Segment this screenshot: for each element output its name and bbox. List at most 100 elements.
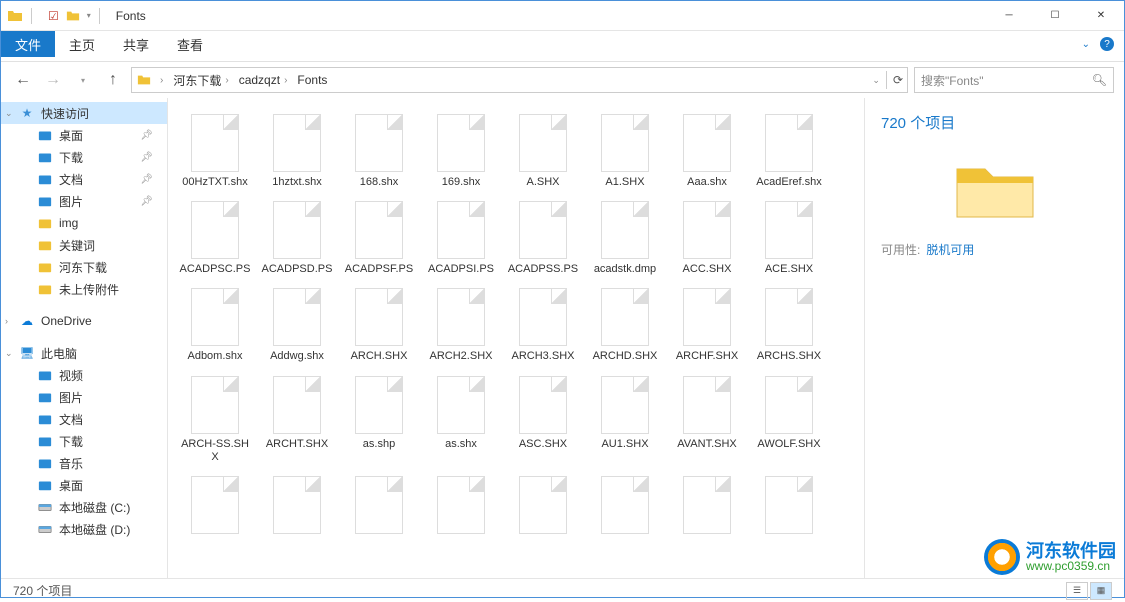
file-item[interactable]: as.shx <box>422 372 500 468</box>
file-item[interactable]: AWOLF.SHX <box>750 372 828 468</box>
sidebar-item[interactable]: 桌面 <box>1 474 167 496</box>
file-icon <box>519 376 567 434</box>
sidebar-item[interactable]: 本地磁盘 (C:) <box>1 496 167 518</box>
close-button[interactable]: ✕ <box>1078 1 1124 31</box>
pc-icon: 🖥 <box>19 345 35 361</box>
file-item[interactable]: ARCHT.SHX <box>258 372 336 468</box>
navigation-pane[interactable]: ⌄ ★ 快速访问 桌面📌︎下载📌︎文档📌︎图片📌︎ img 关键词河东下载未上传附件… <box>1 98 168 578</box>
file-item[interactable]: as.shp <box>340 372 418 468</box>
file-item[interactable]: ARCHF.SHX <box>668 284 746 367</box>
sidebar-item[interactable]: 文档📌︎ <box>1 168 167 190</box>
address-bar[interactable]: › 河东下载› cadzqzt› Fonts ⌄ ⟳ <box>131 67 908 93</box>
file-item[interactable] <box>750 472 828 542</box>
back-button[interactable]: ← <box>11 68 35 92</box>
address-dropdown-icon[interactable]: ⌄ <box>872 75 880 86</box>
recent-dropdown[interactable]: ▾ <box>71 68 95 92</box>
file-item[interactable]: Addwg.shx <box>258 284 336 367</box>
file-item[interactable]: Adbom.shx <box>176 284 254 367</box>
file-item[interactable]: ARCH.SHX <box>340 284 418 367</box>
sidebar-item-label: 关键词 <box>59 237 95 254</box>
file-item[interactable]: ARCHS.SHX <box>750 284 828 367</box>
qat-properties-icon[interactable]: ☑ <box>48 9 59 23</box>
ribbon-expand-icon[interactable]: ⌄ <box>1082 39 1090 50</box>
file-item[interactable]: ACC.SHX <box>668 197 746 280</box>
view-icons-button[interactable]: ▦ <box>1090 582 1112 600</box>
qat-dropdown-icon[interactable]: ▾ <box>87 11 91 20</box>
folder-icon <box>37 433 53 449</box>
file-list[interactable]: 00HzTXT.shx1hztxt.shx168.shx169.shxA.SHX… <box>168 98 864 578</box>
file-item[interactable] <box>258 472 336 542</box>
file-item[interactable]: AVANT.SHX <box>668 372 746 468</box>
search-input[interactable]: 搜索"Fonts" 🔍︎ <box>914 67 1114 93</box>
breadcrumb[interactable]: 河东下载› <box>171 72 234 89</box>
tab-view[interactable]: 查看 <box>163 31 217 57</box>
file-item[interactable]: 00HzTXT.shx <box>176 110 254 193</box>
file-icon <box>437 114 485 172</box>
sidebar-item[interactable]: 音乐 <box>1 452 167 474</box>
sidebar-item-label: img <box>59 216 78 230</box>
file-name: ARCH2.SHX <box>430 350 493 363</box>
tab-file[interactable]: 文件 <box>1 31 55 57</box>
file-item[interactable] <box>504 472 582 542</box>
file-item[interactable]: ACADPSD.PS <box>258 197 336 280</box>
watermark-logo-icon <box>984 539 1020 575</box>
sidebar-item[interactable]: 关键词 <box>1 234 167 256</box>
file-item[interactable] <box>422 472 500 542</box>
sidebar-item[interactable]: 图片 <box>1 386 167 408</box>
file-item[interactable]: 169.shx <box>422 110 500 193</box>
sidebar-item[interactable]: 下载📌︎ <box>1 146 167 168</box>
file-item[interactable]: A.SHX <box>504 110 582 193</box>
help-icon[interactable]: ? <box>1100 37 1114 51</box>
sidebar-item-this-pc[interactable]: ⌄ 🖥 此电脑 <box>1 342 167 364</box>
breadcrumb[interactable]: Fonts <box>295 73 329 87</box>
file-item[interactable]: acadstk.dmp <box>586 197 664 280</box>
up-button[interactable]: ↑ <box>101 68 125 92</box>
sidebar-item[interactable]: 桌面📌︎ <box>1 124 167 146</box>
tab-share[interactable]: 共享 <box>109 31 163 57</box>
window-title: Fonts <box>116 9 146 23</box>
file-item[interactable]: ASC.SHX <box>504 372 582 468</box>
maximize-button[interactable]: ☐ <box>1032 1 1078 31</box>
tab-home[interactable]: 主页 <box>55 31 109 57</box>
file-item[interactable]: ARCH2.SHX <box>422 284 500 367</box>
breadcrumb[interactable]: cadzqzt› <box>237 73 294 87</box>
file-item[interactable]: ARCH3.SHX <box>504 284 582 367</box>
file-item[interactable]: AU1.SHX <box>586 372 664 468</box>
sidebar-item[interactable]: 河东下载 <box>1 256 167 278</box>
file-item[interactable]: ACADPSS.PS <box>504 197 582 280</box>
file-item[interactable] <box>340 472 418 542</box>
forward-button[interactable]: → <box>41 68 65 92</box>
file-item[interactable]: 168.shx <box>340 110 418 193</box>
sidebar-item[interactable]: 下载 <box>1 430 167 452</box>
file-item[interactable]: AcadEref.shx <box>750 110 828 193</box>
folder-icon <box>37 149 53 165</box>
file-item[interactable]: ACADPSC.PS <box>176 197 254 280</box>
sidebar-item[interactable]: 视频 <box>1 364 167 386</box>
qat-folder-icon[interactable] <box>65 8 81 24</box>
file-name: AVANT.SHX <box>677 438 737 451</box>
file-name: ACADPSS.PS <box>508 263 578 276</box>
folder-icon <box>37 193 53 209</box>
sidebar-item[interactable]: 图片📌︎ <box>1 190 167 212</box>
file-item[interactable] <box>586 472 664 542</box>
file-item[interactable]: 1hztxt.shx <box>258 110 336 193</box>
file-item[interactable]: ACE.SHX <box>750 197 828 280</box>
sidebar-item[interactable]: 本地磁盘 (D:) <box>1 518 167 540</box>
file-item[interactable] <box>176 472 254 542</box>
refresh-icon[interactable]: ⟳ <box>893 73 903 87</box>
sidebar-item[interactable]: 文档 <box>1 408 167 430</box>
file-item[interactable]: ARCH-SS.SHX <box>176 372 254 468</box>
file-item[interactable]: ACADPSI.PS <box>422 197 500 280</box>
sidebar-item-onedrive[interactable]: › ☁ OneDrive <box>1 310 167 332</box>
file-item[interactable]: ACADPSF.PS <box>340 197 418 280</box>
minimize-button[interactable]: ─ <box>986 1 1032 31</box>
sidebar-item[interactable]: 未上传附件 <box>1 278 167 300</box>
file-item[interactable]: Aaa.shx <box>668 110 746 193</box>
file-icon <box>765 114 813 172</box>
sidebar-item-quick-access[interactable]: ⌄ ★ 快速访问 <box>1 102 167 124</box>
file-item[interactable]: A1.SHX <box>586 110 664 193</box>
sidebar-item[interactable]: img <box>1 212 167 234</box>
view-details-button[interactable]: ☰ <box>1066 582 1088 600</box>
file-item[interactable]: ARCHD.SHX <box>586 284 664 367</box>
file-item[interactable] <box>668 472 746 542</box>
